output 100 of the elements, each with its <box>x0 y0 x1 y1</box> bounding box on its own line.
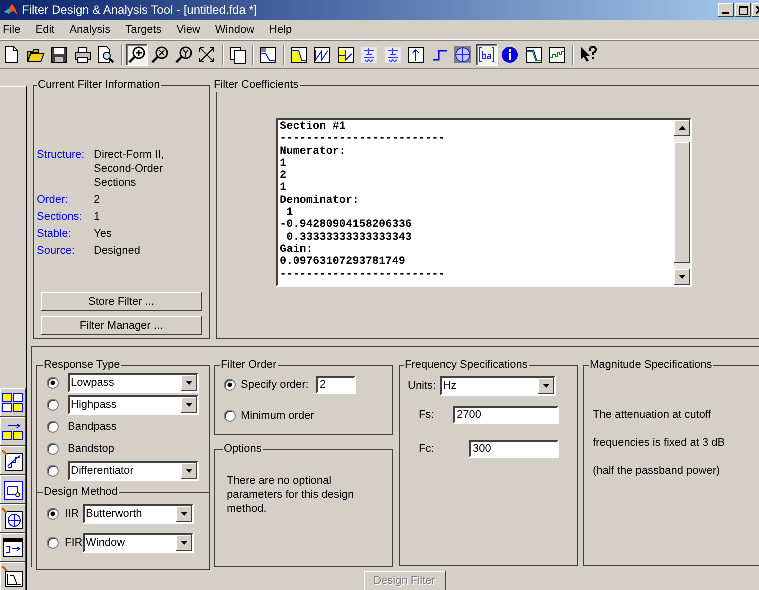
radio-button[interactable] <box>47 421 59 433</box>
radio-button[interactable] <box>47 508 59 520</box>
panel-title: Magnitude Specifications <box>589 359 714 372</box>
panel-title: Filter Order <box>220 359 278 372</box>
pole-zero-icon <box>2 508 24 530</box>
panel-title: Current Filter Information <box>37 79 162 92</box>
radio-button[interactable] <box>47 399 59 411</box>
maximize-button[interactable] <box>735 3 751 17</box>
blank-page-icon <box>3 46 21 64</box>
magnitude-note: The attenuation at cutoff <box>593 408 712 422</box>
quantize-icon <box>2 450 24 472</box>
caret-icon <box>186 403 192 407</box>
transform-icon <box>2 392 24 414</box>
coefficient-line: Denominator: <box>280 194 360 208</box>
menu-item[interactable]: File <box>0 24 26 36</box>
coefficients-text-area[interactable]: Section #1 ------------------------- Numerator: 1 2 1 Denominator: 1 -0.94280904158206336 0.33333333333333343 Gain: 0.09763107293781749 ------------------------- <box>276 118 692 287</box>
printer-icon <box>74 46 92 64</box>
dropdown[interactable]: Butterworth <box>83 504 194 524</box>
coefficient-line: -0.94280904158206336 <box>280 219 414 232</box>
noise-plot-icon <box>548 46 566 64</box>
magnifier-icon <box>151 46 169 64</box>
caret-icon <box>180 541 188 545</box>
menu-item[interactable]: Analysis <box>64 24 116 36</box>
coefficient-line: Gain: <box>280 244 314 256</box>
caret-icon <box>186 381 192 385</box>
push-button[interactable]: Store Filter ... <box>41 292 202 311</box>
brackets-icon <box>478 46 496 64</box>
expand-arrows-icon <box>198 46 216 64</box>
window-title: Filter Design & Analysis Tool - [untitled.fda *] <box>22 3 258 17</box>
design-icon <box>2 566 24 588</box>
radio-button[interactable] <box>47 377 59 389</box>
dropdown[interactable]: Lowpass <box>68 373 199 393</box>
coefficient-line: Numerator: <box>280 146 348 158</box>
sidebar-tool-button[interactable] <box>0 417 26 446</box>
maximize-icon <box>738 6 748 14</box>
radio-button[interactable] <box>47 443 59 455</box>
coefficient-line: 1 <box>286 207 294 220</box>
coefficient-line: 0.33333333333333343 <box>286 232 414 244</box>
coefficient-line: 0.09763107293781749 <box>280 256 406 269</box>
radio-button[interactable] <box>47 465 59 477</box>
panel-title: Frequency Specifications <box>404 359 529 372</box>
radio-button[interactable] <box>224 379 236 391</box>
radio-button[interactable] <box>224 410 236 422</box>
up-arrow-plot-icon <box>407 46 425 64</box>
field-label: Fc: <box>419 443 436 455</box>
coefficient-line: 1 <box>280 182 288 195</box>
dropdown[interactable]: Highpass <box>68 395 199 415</box>
down-arrow-icon <box>678 275 686 279</box>
caret-icon <box>186 469 192 473</box>
info-value: Direct-Form II, Second-Order Sections <box>94 148 166 190</box>
panel-title: Options <box>223 443 263 456</box>
panel-title: Design Method <box>43 486 119 499</box>
order-input-field[interactable]: 2 <box>316 376 356 394</box>
magnitude-plot-icon <box>524 46 542 64</box>
vertical-scrollbar[interactable] <box>674 120 690 285</box>
menu-item[interactable]: Edit <box>30 24 60 36</box>
info-label: Order: <box>37 193 70 207</box>
sidebar-tool-button[interactable] <box>0 562 26 590</box>
magnifier-icon <box>174 46 192 64</box>
sidebar-tool-button[interactable] <box>0 504 26 533</box>
magnitude-note: (half the passband power) <box>593 464 722 478</box>
panel-title: Response Type <box>43 359 122 372</box>
chart-window-icon <box>259 46 277 64</box>
zigzag-plot-icon <box>313 46 331 64</box>
options-message: There are no optional parameters for this design method. <box>227 474 356 516</box>
dropdown[interactable]: Differentiator <box>68 461 199 481</box>
frequency-input-field[interactable]: 2700 <box>453 406 559 424</box>
zoom-in-icon <box>128 46 146 64</box>
sidebar-tool-button[interactable] <box>0 475 26 504</box>
caret-icon <box>180 512 188 516</box>
sidebar-tool-button[interactable] <box>0 388 26 417</box>
scrollbar-thumb[interactable] <box>674 142 690 263</box>
radio-label: Specify order: <box>241 379 309 391</box>
menu-item[interactable]: Help <box>264 24 298 36</box>
page-magnifier-icon <box>97 46 115 64</box>
convert-icon <box>2 420 24 442</box>
info-value: Yes <box>94 227 113 241</box>
sidebar-tool-button[interactable] <box>0 446 26 475</box>
coefficient-line: Section #1 <box>280 121 348 134</box>
toolbar-button[interactable] <box>476 44 498 66</box>
panel-title: Filter Coefficients <box>213 79 300 92</box>
info-value: 1 <box>94 210 102 224</box>
toolbar-button[interactable] <box>126 44 148 66</box>
menu-item[interactable]: Targets <box>120 24 167 36</box>
radio-label: IIR <box>65 508 80 520</box>
derivative-icon <box>360 46 378 64</box>
minimize-button[interactable] <box>718 3 734 17</box>
radio-button[interactable] <box>47 537 59 549</box>
dropdown[interactable]: Window <box>83 533 194 553</box>
field-label: Fs: <box>419 409 436 421</box>
coefficient-line: ------------------------- <box>280 268 446 281</box>
info-value: 2 <box>94 193 102 207</box>
dropdown[interactable]: Hz <box>440 376 556 396</box>
app-logo-icon <box>3 2 19 18</box>
push-button[interactable]: Filter Manager ... <box>41 316 202 335</box>
dual-plot-icon <box>336 46 354 64</box>
menu-item[interactable]: Window <box>210 24 260 36</box>
sidebar-tool-button[interactable] <box>0 533 26 562</box>
frequency-input-field[interactable]: 300 <box>469 440 559 458</box>
menu-item[interactable]: View <box>172 24 206 36</box>
